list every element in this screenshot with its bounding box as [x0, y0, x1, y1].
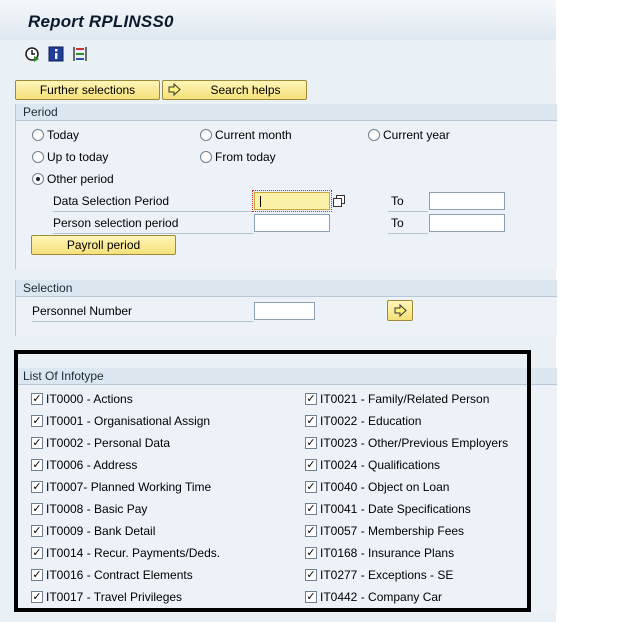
infotype-label: IT0000 - Actions [46, 392, 133, 406]
further-selections-button[interactable]: Further selections [15, 80, 160, 100]
checkbox[interactable]: ✓ [31, 503, 43, 515]
personnel-number-field[interactable] [254, 302, 315, 320]
infotype-label: IT0442 - Company Car [320, 590, 443, 604]
infotype-label: IT0057 - Membership Fees [320, 524, 465, 538]
payroll-period-button[interactable]: Payroll period [31, 235, 176, 255]
period-group-title: Period [23, 105, 58, 119]
infotype-label: IT0016 - Contract Elements [46, 568, 193, 582]
checkbox[interactable]: ✓ [31, 393, 43, 405]
radio-label-current-year: Current year [383, 128, 450, 142]
checkbox[interactable]: ✓ [31, 415, 43, 427]
info-icon[interactable] [48, 46, 64, 62]
infotype-label: IT0277 - Exceptions - SE [320, 568, 454, 582]
data-selection-period-label: Data Selection Period [53, 194, 170, 208]
selection-group: Selection Personnel Number [15, 280, 557, 336]
infotype-label: IT0002 - Personal Data [46, 436, 171, 450]
infotype-label: IT0007- Planned Working Time [46, 480, 212, 494]
report-screen: Report RPLINSS0 Further selections Searc… [0, 0, 557, 622]
checkbox[interactable]: ✓ [305, 569, 317, 581]
period-group-header: Period [16, 104, 557, 121]
radio-label-today: Today [47, 128, 80, 142]
radio-button[interactable] [200, 151, 212, 163]
infotype-label: IT0008 - Basic Pay [46, 502, 148, 516]
infotype-group-title: List Of Infotype [23, 369, 104, 383]
checkbox[interactable]: ✓ [305, 393, 317, 405]
infotype-label: IT0021 - Family/Related Person [320, 392, 490, 406]
checkbox[interactable]: ✓ [305, 481, 317, 493]
radio-label-up-to-today: Up to today [47, 150, 109, 164]
label-underline [32, 321, 253, 322]
personnel-number-label: Personnel Number [32, 304, 133, 318]
selection-group-title: Selection [23, 281, 73, 295]
person-selection-from-field[interactable] [254, 214, 330, 232]
label-underline [53, 233, 253, 234]
payroll-period-label: Payroll period [66, 238, 141, 252]
radio-label-from-today: From today [215, 150, 276, 164]
checkbox[interactable]: ✓ [31, 525, 43, 537]
search-helps-button[interactable]: Search helps [162, 80, 307, 100]
data-selection-from-field[interactable] [252, 190, 332, 212]
infotype-group: List Of Infotype ✓ IT0000 - Actions ✓ IT00… [15, 368, 557, 612]
checkbox[interactable]: ✓ [305, 547, 317, 559]
infotype-label: IT0017 - Travel Privileges [46, 590, 183, 604]
checkbox[interactable]: ✓ [31, 481, 43, 493]
infotype-label: IT0006 - Address [46, 458, 138, 472]
radio-button[interactable] [32, 151, 44, 163]
arrow-right-icon [394, 303, 407, 318]
checkbox[interactable]: ✓ [31, 547, 43, 559]
radio-label-current-month: Current month [215, 128, 292, 142]
label-underline [53, 211, 253, 212]
period-group: Period Today Current month Current year … [15, 104, 557, 269]
label-underline [388, 211, 428, 212]
data-selection-to-field[interactable] [429, 192, 505, 210]
radio-button-selected[interactable] [32, 173, 44, 185]
checkbox[interactable]: ✓ [31, 569, 43, 581]
infotype-label: IT0024 - Qualifications [320, 458, 441, 472]
infotype-label: IT0009 - Bank Detail [46, 524, 156, 538]
selection-group-header: Selection [16, 280, 557, 297]
data-selection-to-label: To [391, 194, 404, 208]
radio-button[interactable] [32, 129, 44, 141]
search-helps-label: Search helps [210, 83, 281, 97]
text-caret [260, 196, 261, 207]
checkbox[interactable]: ✓ [31, 459, 43, 471]
infotype-label: IT0040 - Object on Loan [320, 480, 450, 494]
radio-label-other-period: Other period [47, 172, 114, 186]
report-title: Report RPLINSS0 [28, 12, 174, 31]
application-toolbar [0, 40, 556, 68]
person-selection-to-field[interactable] [429, 214, 505, 232]
checkbox[interactable]: ✓ [305, 591, 317, 603]
execute-icon[interactable] [24, 46, 40, 62]
label-underline [388, 233, 428, 234]
infotype-label: IT0168 - Insurance Plans [320, 546, 455, 560]
person-selection-period-label: Person selection period [53, 216, 179, 230]
radio-button[interactable] [368, 129, 380, 141]
variant-list-icon[interactable] [72, 46, 88, 62]
infotype-label: IT0022 - Education [320, 414, 422, 428]
infotype-label: IT0014 - Recur. Payments/Deds. [46, 546, 221, 560]
checkbox[interactable]: ✓ [305, 525, 317, 537]
checkbox[interactable]: ✓ [305, 503, 317, 515]
infotype-label: IT0001 - Organisational Assign [46, 414, 211, 428]
radio-button[interactable] [200, 129, 212, 141]
checkbox[interactable]: ✓ [305, 437, 317, 449]
multiple-selection-button[interactable] [387, 300, 413, 321]
checkbox[interactable]: ✓ [31, 591, 43, 603]
arrow-right-icon [168, 82, 181, 97]
checkbox[interactable]: ✓ [305, 415, 317, 427]
checkbox[interactable]: ✓ [31, 437, 43, 449]
infotype-label: IT0041 - Date Specifications [320, 502, 471, 516]
title-bar: Report RPLINSS0 [0, 0, 556, 41]
infotype-group-header: List Of Infotype [16, 368, 557, 385]
checkbox[interactable]: ✓ [305, 459, 317, 471]
infotype-label: IT0023 - Other/Previous Employers [320, 436, 509, 450]
further-selections-label: Further selections [39, 83, 136, 97]
value-help-icon[interactable] [333, 195, 345, 207]
person-selection-to-label: To [391, 216, 404, 230]
